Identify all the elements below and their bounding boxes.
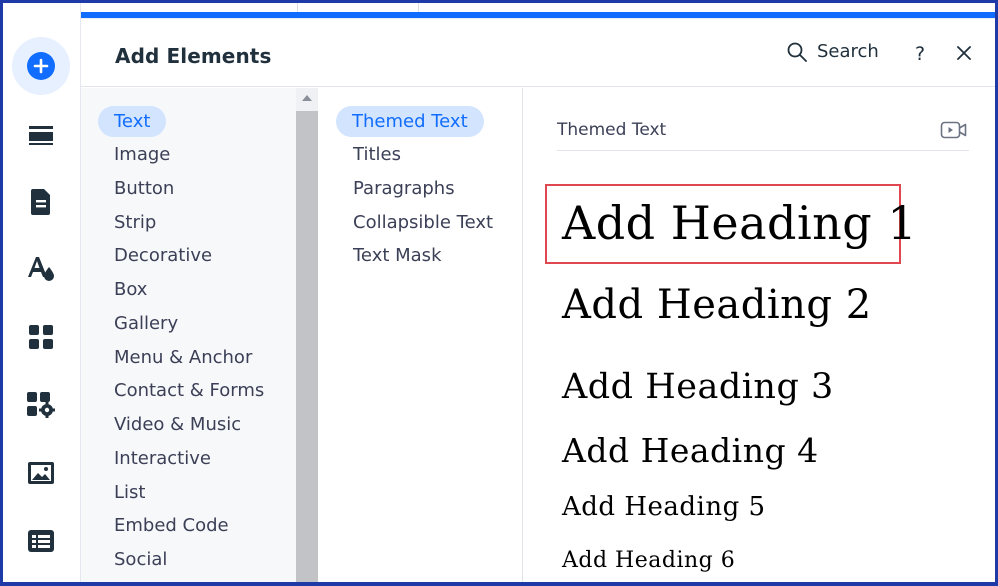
category-embed-code[interactable]: Embed Code [114, 511, 229, 541]
editor-top-bar [81, 12, 995, 18]
scrollbar-thumb[interactable] [296, 111, 318, 582]
category-video-music[interactable]: Video & Music [114, 410, 241, 440]
category-list: Text Image Button Strip Decorative Box G… [81, 88, 296, 582]
video-icon [940, 121, 967, 139]
video-tutorial-button[interactable] [940, 120, 968, 144]
add-elements-button[interactable] [12, 37, 70, 95]
category-interactive[interactable]: Interactive [114, 444, 211, 474]
panel-header: Add Elements Search ? [81, 19, 995, 87]
close-button[interactable] [957, 45, 971, 64]
category-text[interactable]: Text [98, 106, 167, 137]
section-title: Themed Text [557, 120, 667, 140]
subcategory-titles[interactable]: Titles [353, 140, 401, 170]
preview-panel: Themed Text Add Heading 1 Add Heading 2 … [524, 88, 995, 582]
category-strip[interactable]: Strip [114, 208, 156, 238]
left-toolbar [3, 3, 81, 582]
heading-5-preset[interactable]: Add Heading 5 [562, 492, 766, 522]
category-social[interactable]: Social [114, 545, 167, 575]
category-box[interactable]: Box [114, 275, 147, 305]
apps-button[interactable] [12, 308, 70, 366]
app-frame: Add Elements Search ? Text Image Button … [3, 3, 995, 582]
business-tools-button[interactable] [12, 376, 70, 434]
category-scrollbar[interactable] [296, 88, 318, 582]
category-menu-anchor[interactable]: Menu & Anchor [114, 343, 252, 373]
heading-4-preset[interactable]: Add Heading 4 [562, 431, 819, 470]
panel-title: Add Elements [115, 44, 272, 68]
category-contact-forms[interactable]: Contact & Forms [114, 376, 264, 406]
sections-button[interactable] [12, 106, 70, 164]
cms-button[interactable] [12, 512, 70, 570]
heading-3-preset[interactable]: Add Heading 3 [562, 367, 834, 407]
sections-icon [29, 126, 53, 145]
category-gallery[interactable]: Gallery [114, 309, 178, 339]
category-image[interactable]: Image [114, 140, 170, 170]
heading-6-preset[interactable]: Add Heading 6 [562, 548, 735, 573]
media-button[interactable] [12, 444, 70, 502]
cms-icon [28, 530, 54, 552]
subcategory-list: Themed Text Titles Paragraphs Collapsibl… [318, 88, 523, 582]
media-icon [28, 462, 54, 484]
apps-icon [29, 325, 53, 349]
close-icon [957, 46, 971, 60]
heading-2-preset[interactable]: Add Heading 2 [562, 282, 872, 328]
help-button[interactable]: ? [915, 43, 925, 65]
search-icon [787, 42, 807, 62]
category-button[interactable]: Button [114, 174, 174, 204]
subcategory-text-mask[interactable]: Text Mask [353, 241, 442, 271]
category-decorative[interactable]: Decorative [114, 241, 212, 271]
section-divider [557, 150, 969, 151]
scroll-up-icon[interactable] [302, 95, 312, 101]
business-tools-icon [27, 392, 55, 418]
search-label: Search [817, 41, 879, 62]
site-design-icon [28, 257, 54, 281]
category-list[interactable]: List [114, 478, 145, 508]
add-elements-icon [27, 52, 55, 80]
editor-top-strip [81, 3, 995, 19]
site-design-button[interactable] [12, 240, 70, 298]
subcategory-paragraphs[interactable]: Paragraphs [353, 174, 455, 204]
subcategory-collapsible-text[interactable]: Collapsible Text [353, 208, 493, 238]
search-button[interactable]: Search [787, 41, 879, 62]
pages-button[interactable] [12, 173, 70, 231]
heading-1-preset[interactable]: Add Heading 1 [562, 196, 917, 250]
pages-icon [31, 189, 50, 215]
subcategory-themed-text[interactable]: Themed Text [336, 106, 484, 137]
